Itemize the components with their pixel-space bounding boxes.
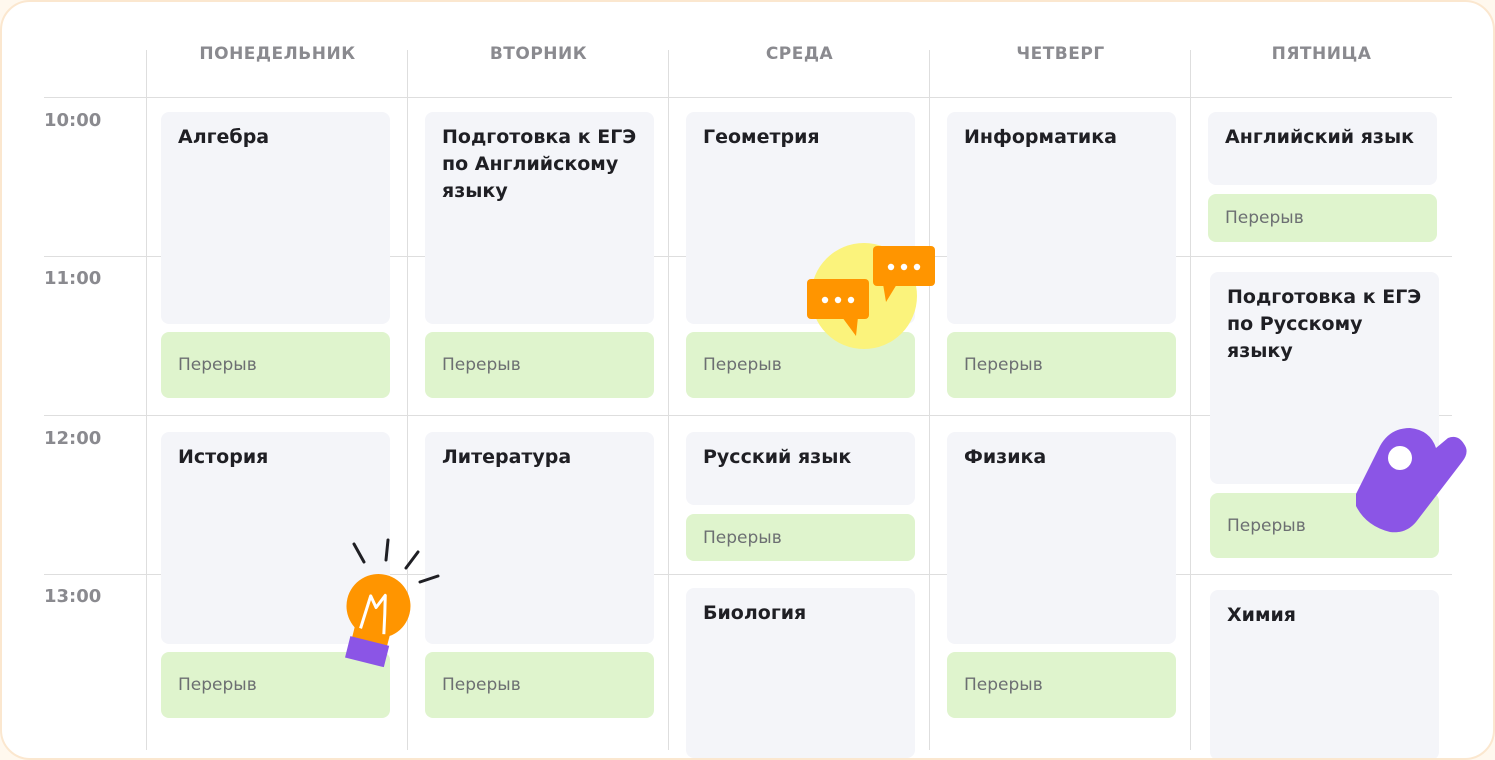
lesson-mon-algebra[interactable]: Алгебра [161, 112, 390, 324]
lesson-title: Русский язык [703, 446, 852, 468]
grid-line [929, 50, 930, 750]
lesson-thu-informatics[interactable]: Информатика [947, 112, 1176, 324]
break-label: Перерыв [178, 355, 257, 375]
grid-line [1190, 50, 1191, 750]
break-label: Перерыв [442, 355, 521, 375]
break-label: Перерыв [1225, 208, 1304, 228]
break-block[interactable]: Перерыв [161, 332, 390, 398]
day-header-friday: ПЯТНИЦА [1271, 44, 1372, 64]
lesson-wed-russian[interactable]: Русский язык [686, 432, 915, 505]
lesson-title: Алгебра [178, 126, 270, 148]
break-block[interactable]: Перерыв [947, 332, 1176, 398]
lesson-title: Подготовка к ЕГЭ по Английскому языку [442, 126, 637, 202]
break-label: Перерыв [178, 675, 257, 695]
day-header-thursday: ЧЕТВЕРГ [1016, 44, 1105, 64]
lesson-thu-physics[interactable]: Физика [947, 432, 1176, 644]
lightbulb-icon [332, 536, 444, 676]
lesson-title: Химия [1227, 604, 1297, 626]
lesson-fri-english[interactable]: Английский язык [1208, 112, 1437, 185]
break-label: Перерыв [442, 675, 521, 695]
break-block[interactable]: Перерыв [947, 652, 1176, 718]
lesson-fri-chemistry[interactable]: Химия [1210, 590, 1439, 758]
grid-line [668, 50, 669, 750]
lesson-title: Литература [442, 446, 572, 468]
time-label: 12:00 [44, 428, 102, 449]
day-header-wednesday: СРЕДА [765, 44, 834, 64]
break-label: Перерыв [964, 675, 1043, 695]
break-block[interactable]: Перерыв [425, 652, 654, 718]
lesson-title: Физика [964, 446, 1047, 468]
chat-bubbles-icon [802, 240, 942, 356]
time-label: 13:00 [44, 586, 102, 607]
schedule-card: ПОНЕДЕЛЬНИК ВТОРНИК СРЕДА ЧЕТВЕРГ ПЯТНИЦ… [0, 0, 1495, 760]
lesson-title: Подготовка к ЕГЭ по Русскому языку [1227, 286, 1422, 362]
lesson-tue-ege-english[interactable]: Подготовка к ЕГЭ по Английскому языку [425, 112, 654, 324]
break-label: Перерыв [964, 355, 1043, 375]
time-label: 11:00 [44, 268, 102, 289]
time-label: 10:00 [44, 110, 102, 131]
lesson-tue-literature[interactable]: Литература [425, 432, 654, 644]
lesson-title: Геометрия [703, 126, 820, 148]
lesson-title: История [178, 446, 269, 468]
lesson-title: Биология [703, 602, 807, 624]
ok-hand-icon [1350, 422, 1475, 537]
day-header-monday: ПОНЕДЕЛЬНИК [199, 44, 356, 64]
lesson-title: Информатика [964, 126, 1117, 148]
break-label: Перерыв [703, 355, 782, 375]
break-label: Перерыв [1227, 515, 1306, 536]
break-block[interactable]: Перерыв [1208, 194, 1437, 242]
grid-line [146, 50, 147, 750]
day-header-tuesday: ВТОРНИК [489, 44, 588, 64]
grid-line [44, 97, 1452, 98]
break-block[interactable]: Перерыв [425, 332, 654, 398]
break-label: Перерыв [703, 527, 782, 548]
break-block[interactable]: Перерыв [686, 514, 915, 561]
lesson-title: Английский язык [1225, 126, 1415, 148]
